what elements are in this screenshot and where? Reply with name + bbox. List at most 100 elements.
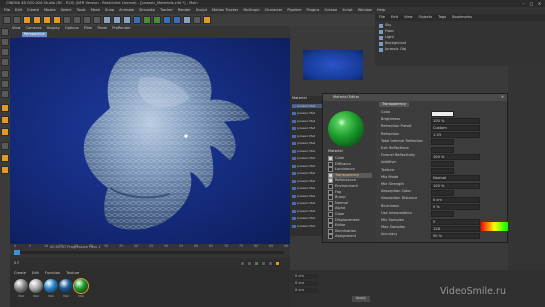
channel-checkbox[interactable] — [328, 195, 333, 201]
render-picture-viewer-icon[interactable] — [113, 16, 121, 24]
menu-item-render[interactable]: Render — [178, 7, 191, 14]
param-value[interactable]: 100 % — [431, 117, 480, 124]
camera-icon[interactable] — [193, 16, 201, 24]
menu-item-pipeline[interactable]: Pipeline — [287, 7, 301, 14]
grab-brush-icon[interactable] — [1, 166, 9, 174]
minimize-button[interactable]: – — [521, 1, 526, 6]
lock-workplane-icon[interactable] — [1, 142, 9, 150]
object-tab-bookmarks[interactable]: Bookmarks — [452, 14, 472, 21]
floor-icon[interactable] — [183, 16, 191, 24]
viewport-menu-panel[interactable]: Panel — [98, 26, 108, 31]
snap-icon[interactable] — [1, 128, 9, 136]
menu-item-file[interactable]: File — [4, 7, 10, 14]
object-tab-tags[interactable]: Tags — [438, 14, 446, 21]
prev-frame-icon[interactable] — [247, 261, 252, 266]
param-value[interactable]: 5 — [431, 218, 480, 225]
menu-item-motion-tracker[interactable]: Motion Tracker — [212, 7, 238, 14]
param-value[interactable]: 128 — [431, 225, 480, 232]
viewport-menu-view[interactable]: View — [12, 26, 21, 31]
channel-environment[interactable]: Environment — [328, 184, 358, 189]
play-icon[interactable] — [254, 261, 259, 266]
menu-item-plugins[interactable]: Plugins — [306, 7, 319, 14]
live-selection-icon[interactable] — [23, 16, 31, 24]
menu-item-animate[interactable]: Animate — [119, 7, 134, 14]
menu-item-mograph[interactable]: MoGraph — [243, 7, 259, 14]
object-row[interactable]: Floor — [379, 29, 394, 34]
object-tab-file[interactable]: File — [379, 14, 385, 21]
light-icon[interactable] — [203, 16, 211, 24]
channel-checkbox[interactable] — [328, 234, 333, 240]
material-list-item[interactable]: Jurassic Mat — [292, 134, 324, 138]
channel-checkbox[interactable] — [328, 189, 333, 195]
param-value[interactable] — [431, 189, 454, 196]
material-list-item[interactable]: Jurassic Mat — [292, 156, 324, 161]
next-frame-icon[interactable] — [261, 261, 266, 266]
material-list-item[interactable]: Jurassic Mat — [292, 111, 324, 116]
maximize-button[interactable]: □ — [529, 1, 534, 6]
render-viewport[interactable] — [10, 38, 290, 244]
dialog-close-icon[interactable]: ✕ — [501, 95, 504, 100]
viewport-menu-filter[interactable]: Filter — [84, 26, 93, 31]
menu-item-simulate[interactable]: Simulate — [139, 7, 155, 14]
material-list-item[interactable]: Jurassic Mat — [292, 141, 324, 146]
edges-mode-icon[interactable] — [1, 80, 9, 88]
param-value[interactable]: 50 % — [431, 232, 480, 239]
param-value[interactable]: Normal — [431, 175, 480, 182]
channel-checkbox[interactable] — [328, 156, 333, 161]
channel-alpha[interactable]: Alpha — [328, 206, 345, 212]
object-tab-view[interactable]: View — [404, 14, 413, 21]
material-list-item[interactable]: Jurassic Mat — [292, 104, 324, 108]
cube-icon[interactable] — [133, 16, 141, 24]
channel-transparency[interactable]: Transparency — [328, 172, 372, 178]
texture-mode-icon[interactable] — [1, 48, 9, 56]
material-list-item[interactable]: Jurassic Mat — [292, 149, 324, 153]
param-value[interactable]: 0 % — [431, 204, 480, 211]
channel-normal[interactable]: Normal — [328, 200, 348, 206]
material-swatch[interactable] — [29, 279, 43, 293]
coord-x-field[interactable]: 0 cm — [294, 274, 318, 279]
z-axis-icon[interactable] — [83, 16, 91, 24]
channel-checkbox[interactable] — [328, 200, 333, 206]
menu-item-sculpt[interactable]: Sculpt — [196, 7, 207, 14]
material-list-item[interactable]: Jurassic Mat — [292, 194, 324, 198]
channel-checkbox[interactable] — [328, 212, 333, 217]
spline-pen-icon[interactable] — [143, 16, 151, 24]
sculpt-brush-icon[interactable] — [1, 154, 9, 162]
channel-checkbox[interactable] — [328, 223, 333, 229]
menu-function[interactable]: Function — [45, 271, 60, 276]
record-icon[interactable] — [275, 261, 280, 266]
viewport-menu-display[interactable]: Display — [47, 26, 60, 31]
menu-item-octane[interactable]: Octane — [324, 7, 337, 14]
param-value[interactable]: 100 % — [431, 182, 480, 189]
menu-item-snap[interactable]: Snap — [105, 7, 114, 14]
material-swatch[interactable] — [59, 279, 73, 293]
channel-checkbox[interactable] — [328, 206, 333, 212]
tweak-icon[interactable] — [1, 116, 9, 124]
channel-checkbox[interactable] — [328, 167, 333, 173]
menu-item-window[interactable]: Window — [358, 7, 372, 14]
channel-diffusion[interactable]: Diffusion — [328, 161, 351, 167]
object-row[interactable]: Light — [379, 35, 394, 40]
timeline[interactable]: 00:00:47 Progressive Pass 1 0 5 10 15 20 25 30… — [10, 244, 290, 258]
enable-axis-icon[interactable] — [1, 104, 9, 112]
channel-luminance[interactable]: Luminance — [328, 167, 355, 173]
deformer-icon[interactable] — [173, 16, 181, 24]
param-value[interactable]: Custom — [431, 124, 480, 131]
viewport-menu-options[interactable]: Options — [65, 26, 79, 31]
coordinate-system-icon[interactable] — [93, 16, 101, 24]
apply-button[interactable]: Apply — [352, 296, 370, 302]
playhead[interactable] — [14, 250, 20, 255]
param-value[interactable]: 0 cm — [431, 196, 480, 203]
material-swatch[interactable] — [44, 279, 58, 293]
material-list-item[interactable]: Jurassic Mat — [292, 209, 324, 213]
param-value[interactable] — [431, 139, 454, 146]
menu-item-character[interactable]: Character — [265, 7, 283, 14]
object-row[interactable]: Jurassic Obj — [379, 47, 406, 52]
channel-checkbox[interactable] — [328, 172, 333, 178]
goto-start-icon[interactable] — [240, 261, 245, 266]
material-list-item[interactable]: Jurassic Mat — [292, 126, 324, 131]
material-list-item[interactable]: Jurassic Mat — [292, 119, 324, 123]
model-mode-icon[interactable] — [1, 38, 9, 46]
undo-icon[interactable] — [3, 16, 11, 24]
points-mode-icon[interactable] — [1, 70, 9, 78]
